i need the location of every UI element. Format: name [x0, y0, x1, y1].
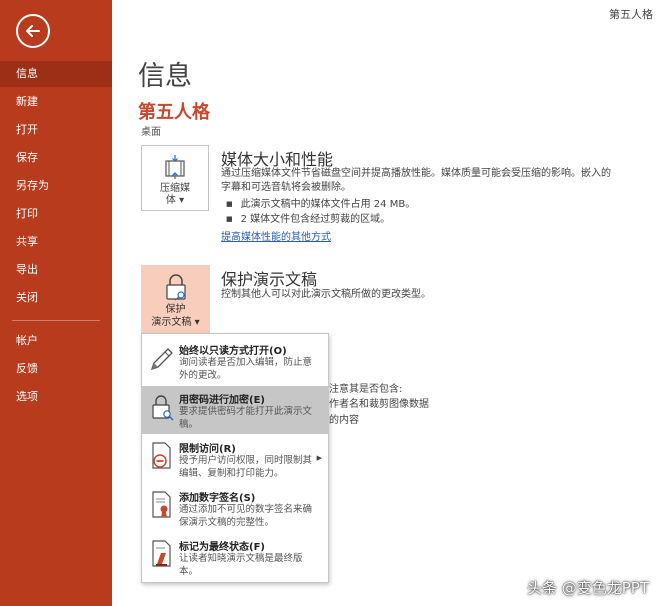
menu-item-title: 添加数字签名(S) — [179, 493, 256, 504]
nav-share[interactable]: 共享 — [0, 229, 112, 255]
nav-save-as[interactable]: 另存为 — [0, 173, 112, 199]
menu-item-title: 始终以只读方式打开(O) — [179, 346, 287, 357]
compress-media-icon — [165, 155, 185, 179]
nav-save[interactable]: 保存 — [0, 145, 112, 171]
media-bullet: 此演示文稿中的媒体文件占用 24 MB。 — [226, 195, 416, 210]
menu-item-desc: 要求提供密码才能打开此演示文稿。 — [179, 406, 313, 430]
menu-item-encrypt-password[interactable]: 用密码进行加密(E) 要求提供密码才能打开此演示文稿。 — [142, 386, 328, 434]
inspect-text-fragment: 作者名和裁剪图像数据 — [329, 399, 429, 410]
watermark: 头条 @变色龙PPT — [526, 579, 649, 597]
nav-close[interactable]: 关闭 — [0, 285, 112, 311]
inspect-text-fragment: 注意其是否包含: — [329, 384, 403, 395]
menu-item-always-read-only[interactable]: 始终以只读方式打开(O) 询问读者是否加入编辑，防止意外的更改。 — [142, 337, 328, 385]
back-button[interactable] — [16, 14, 50, 48]
menu-item-mark-as-final[interactable]: 标记为最终状态(F) 让读者知晓演示文稿是最终版本。 — [142, 533, 328, 581]
media-description-1: 通过压缩媒体文件节省磁盘空间并提高播放性能。媒体质量可能会受压缩的影响。嵌入的 — [221, 168, 611, 179]
compress-media-label-2: 体 ▾ — [165, 195, 185, 206]
protect-label-2: 演示文稿 ▾ — [151, 317, 200, 328]
lock-key-icon — [165, 274, 186, 301]
media-description-2: 字幕和可选音轨将会被删除。 — [221, 182, 351, 193]
restricted-document-icon — [152, 442, 171, 469]
nav-divider — [12, 320, 100, 321]
protect-presentation-menu: 始终以只读方式打开(O) 询问读者是否加入编辑，防止意外的更改。 用密码进行加密… — [141, 333, 329, 583]
nav-options[interactable]: 选项 — [0, 384, 112, 410]
certificate-icon — [152, 491, 171, 518]
protect-label-1: 保护 — [165, 304, 186, 315]
menu-item-title: 用密码进行加密(E) — [179, 395, 265, 406]
nav-account[interactable]: 帐户 — [0, 328, 112, 354]
menu-item-title: 标记为最终状态(F) — [179, 542, 265, 553]
menu-item-digital-signature[interactable]: 添加数字签名(S) 通过添加不可见的数字签名来确保演示文稿的完整性。 — [142, 484, 328, 532]
menu-item-desc: 授予用户访问权限，同时限制其编辑、复制和打印能力。 — [179, 455, 313, 479]
menu-item-desc: 询问读者是否加入编辑，防止意外的更改。 — [179, 357, 313, 381]
media-bullet: 2 媒体文件包含经过剪裁的区域。 — [226, 210, 391, 225]
back-arrow-icon — [26, 25, 40, 37]
backstage-sidebar: 信息 新建 打开 保存 另存为 打印 共享 导出 关闭 帐户 反馈 选项 — [0, 0, 112, 606]
compress-media-button[interactable]: 压缩媒 体 ▾ — [141, 145, 209, 211]
inspect-text-fragment: 的内容 — [329, 415, 359, 426]
nav-info[interactable]: 信息 — [0, 61, 112, 87]
menu-item-title: 限制访问(R) — [179, 444, 236, 455]
lock-search-icon — [152, 395, 174, 421]
nav-new[interactable]: 新建 — [0, 89, 112, 115]
document-name: 第五人格 — [138, 102, 210, 123]
window-title: 第五人格 — [609, 8, 653, 21]
nav-print[interactable]: 打印 — [0, 201, 112, 227]
media-performance-link[interactable]: 提高媒体性能的其他方式 — [221, 228, 331, 243]
protect-description: 控制其他人可以对此演示文稿所做的更改类型。 — [221, 289, 431, 300]
menu-item-desc: 让读者知晓演示文稿是最终版本。 — [179, 553, 303, 577]
submenu-arrow-icon: ▶ — [316, 454, 322, 462]
page-title: 信息 — [138, 61, 192, 92]
nav-open[interactable]: 打开 — [0, 117, 112, 143]
final-document-icon — [152, 540, 171, 567]
nav-feedback[interactable]: 反馈 — [0, 356, 112, 382]
protect-presentation-button[interactable]: 保护 演示文稿 ▾ — [141, 265, 210, 333]
nav-export[interactable]: 导出 — [0, 257, 112, 283]
menu-item-restrict-access[interactable]: 限制访问(R) 授予用户访问权限，同时限制其编辑、复制和打印能力。 ▶ — [142, 435, 328, 483]
document-location: 桌面 — [141, 127, 161, 138]
menu-item-desc: 通过添加不可见的数字签名来确保演示文稿的完整性。 — [179, 504, 313, 528]
pencil-icon — [150, 348, 173, 371]
compress-media-label-1: 压缩媒 — [160, 183, 190, 194]
